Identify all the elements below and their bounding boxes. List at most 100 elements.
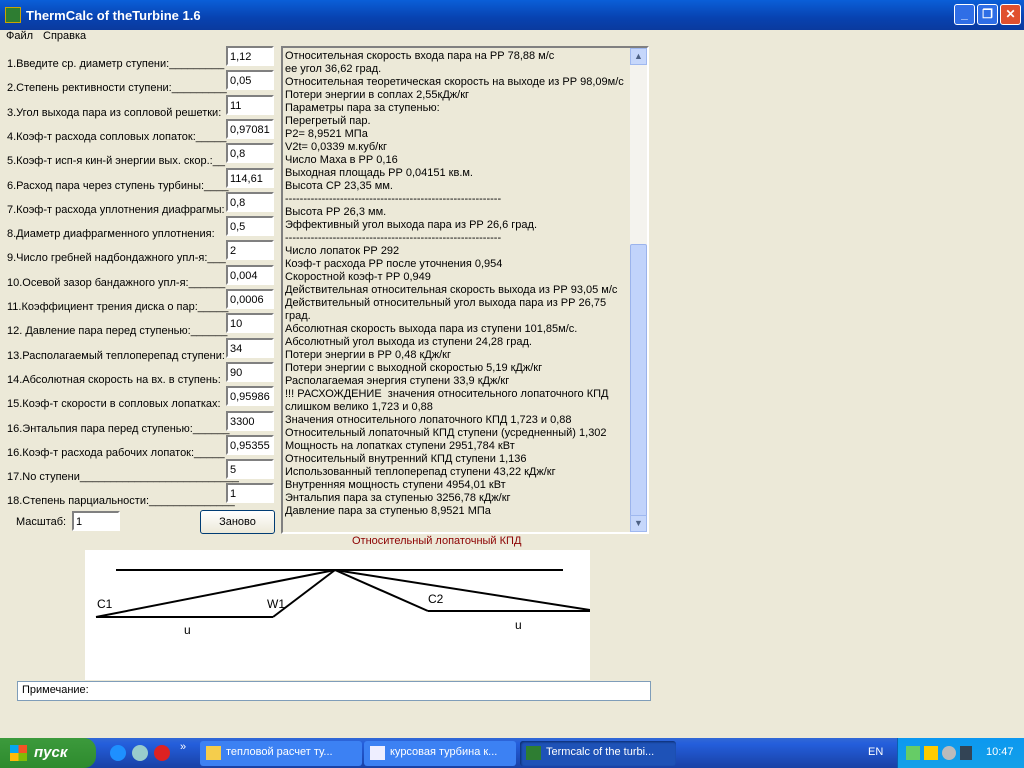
label-c1: C1 (97, 597, 113, 611)
task-folder[interactable]: тепловой расчет ту... (200, 741, 362, 766)
field-input[interactable]: 11 (226, 94, 274, 115)
network-icon[interactable] (906, 746, 920, 760)
maximize-button[interactable]: ❐ (977, 4, 998, 25)
field-label: 6.Расход пара через ступень турбины:____ (7, 179, 229, 192)
field-input[interactable]: 1,12 (226, 46, 274, 66)
field-input[interactable]: 0,8 (226, 143, 274, 164)
title-bar: ThermCalc of theTurbine 1.6 _ ❐ ✕ (0, 0, 1024, 30)
field-input[interactable]: 3300 (226, 410, 274, 431)
close-button[interactable]: ✕ (1000, 4, 1021, 25)
scale-input[interactable]: 1 (72, 511, 120, 531)
field-label: 17.No ступени__________________________ (7, 471, 239, 484)
windows-logo-icon (10, 745, 27, 761)
label-c2: C2 (428, 592, 444, 606)
output-line: !!! РАСХОЖДЕНИЕ значения относительного … (285, 388, 612, 413)
field-input[interactable]: 0,5 (226, 216, 274, 237)
clock: 10:47 (986, 746, 1014, 758)
output-line: Перегретый пар. (285, 115, 371, 127)
task-thermcalc[interactable]: Termcalc of the turbi... (520, 741, 676, 766)
output-line: Относительная теоретическая скорость на … (285, 76, 624, 88)
field-input[interactable]: 0,8 (226, 191, 274, 212)
field-label: 12. Давление пара перед ступенью:______ (7, 325, 228, 338)
output-line: Мощность на лопатках ступени 2951,784 кВ… (285, 440, 515, 452)
field-label: 13.Располагаемый теплоперепад ступени: (7, 349, 225, 362)
field-label: 18.Степень парциальности:______________ (7, 495, 235, 508)
label-w1: W1 (267, 597, 285, 611)
output-line: Число Маха в РР 0,16 (285, 154, 398, 166)
field-input[interactable]: 0,95986 (226, 386, 274, 407)
ie-icon[interactable] (110, 745, 126, 761)
output-line: Относительный лопаточный КПД ступени (ус… (285, 427, 607, 439)
label-u2: u (515, 618, 522, 632)
word-icon (370, 746, 385, 760)
menu-bar: Файл Справка (0, 30, 1024, 44)
output-line: ее угол 36,62 град. (285, 63, 382, 75)
scroll-up-arrow-icon[interactable]: ▲ (630, 48, 647, 65)
field-label: 3.Угол выхода пара из сопловой решетки: (7, 106, 222, 119)
output-line: Потери энергии с выходной скоростью 5,19… (285, 362, 543, 374)
menu-file[interactable]: Файл (6, 30, 33, 42)
task-label: курсовая турбина к... (390, 746, 498, 758)
window-title: ThermCalc of theTurbine 1.6 (26, 8, 201, 23)
quicklaunch-chevron[interactable]: » (180, 741, 186, 753)
output-line: P2= 8,9521 МПа (285, 128, 368, 140)
task-label: Termcalc of the turbi... (546, 746, 655, 758)
field-input[interactable]: 0,0006 (226, 289, 274, 309)
field-input[interactable]: 5 (226, 459, 274, 480)
results-textbox[interactable]: Относительная скорость входа пара на РР … (281, 46, 649, 534)
field-label: 1.Введите ср. диаметр ступени:_________ (7, 58, 225, 70)
output-line: Значения относительного лопаточного КПД … (285, 414, 572, 426)
field-input[interactable]: 0,97081 (226, 118, 274, 139)
device-icon[interactable] (960, 746, 972, 760)
field-label: 11.Коэффициент трения диска о пар:_____ (7, 301, 229, 313)
field-input[interactable]: 34 (226, 337, 274, 358)
field-label: 9.Число гребней надбондажного упл-я:___ (7, 252, 226, 265)
vertical-scrollbar[interactable]: ▲ ▼ (630, 48, 647, 532)
system-tray: 10:47 (897, 738, 1024, 768)
output-line: V2t= 0,0339 м.куб/кг (285, 141, 388, 153)
output-line: ----------------------------------------… (285, 232, 502, 244)
start-button[interactable]: пуск (0, 738, 96, 768)
field-input[interactable]: 10 (226, 313, 274, 334)
field-label: 16.Энтальпия пара перед ступенью:______ (7, 422, 230, 435)
output-line: ----------------------------------------… (285, 193, 502, 205)
scroll-thumb[interactable] (630, 244, 647, 519)
menu-help[interactable]: Справка (43, 30, 86, 42)
field-input[interactable]: 114,61 (226, 167, 274, 188)
opera-icon[interactable] (154, 745, 170, 761)
output-line: Высота РР 26,3 мм. (285, 206, 387, 218)
output-line: Эффективный угол выхода пара из РР 26,6 … (285, 219, 538, 231)
scroll-down-arrow-icon[interactable]: ▼ (630, 515, 647, 532)
warning-icon[interactable] (924, 746, 938, 760)
language-indicator[interactable]: EN (868, 746, 883, 758)
minimize-button[interactable]: _ (954, 4, 975, 25)
label-u1: u (184, 623, 191, 637)
output-line: Располагаемая энергия ступени 33,9 кДж/к… (285, 375, 510, 387)
output-line: Выходная площадь РР 0,04151 кв.м. (285, 167, 473, 179)
w2-vector (334, 569, 429, 612)
field-input[interactable]: 1 (226, 483, 274, 504)
task-word[interactable]: курсовая турбина к... (364, 741, 516, 766)
field-label: 4.Коэф-т расхода сопловых лопаток:_____ (7, 130, 227, 143)
diagram-caption: Относительный лопаточный КПД (352, 535, 522, 547)
field-label: 7.Коэф-т расхода уплотнения диафрагмы: (7, 203, 225, 216)
output-line: Коэф-т расхода РР после уточнения 0,954 (285, 258, 503, 270)
c1-vector (95, 569, 336, 618)
output-line: Энтальпия пара за ступенью 3256,78 кДж/к… (285, 492, 511, 504)
output-line: Действительный относительный угол выхода… (285, 297, 610, 322)
note-label: Примечание: (22, 684, 89, 696)
field-label: 16.Коэф-т расхода рабочих лопаток:_____ (7, 446, 225, 459)
reset-button[interactable]: Заново (200, 510, 275, 534)
media-icon[interactable] (132, 745, 148, 761)
field-input[interactable]: 0,05 (226, 70, 274, 91)
field-input[interactable]: 2 (226, 240, 274, 261)
field-input[interactable]: 0,95355 (226, 434, 274, 455)
field-label: 15.Коэф-т скорости в сопловых лопатках: (7, 398, 221, 411)
field-input[interactable]: 90 (226, 361, 274, 382)
task-label: тепловой расчет ту... (226, 746, 333, 758)
volume-icon[interactable] (942, 746, 956, 760)
output-line: Потери энергии в РР 0,48 кДж/кг (285, 349, 452, 361)
note-field[interactable]: Примечание: (17, 681, 651, 701)
field-input[interactable]: 0,004 (226, 264, 274, 285)
output-line: Абсолютный угол выхода из ступени 24,28 … (285, 336, 532, 348)
